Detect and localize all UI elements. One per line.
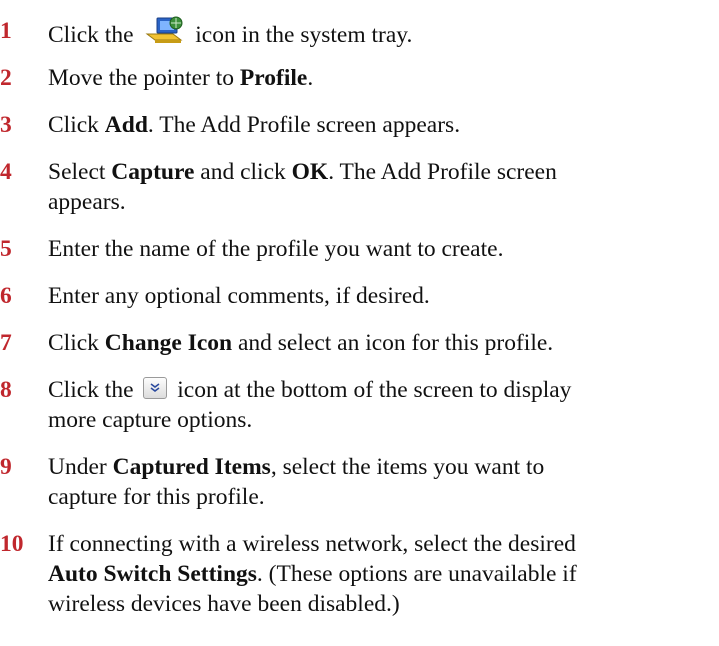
step-text: Under	[48, 454, 113, 480]
step-text-end: . The Add Profile screen	[328, 159, 557, 185]
step-number: 6	[0, 283, 12, 309]
step-text: Click	[48, 112, 105, 138]
step-text-end: and select an icon for this profile.	[232, 330, 554, 356]
step-number: 1	[0, 18, 12, 44]
step-text-end: icon in the system tray.	[189, 22, 413, 48]
step-text: Select	[48, 159, 112, 185]
step-number: 5	[0, 236, 12, 262]
step-text-end: .	[307, 65, 314, 91]
step-keyword-2: OK	[291, 159, 329, 185]
step-text: Move the pointer to	[48, 65, 240, 91]
step-text-end: , select the items you want to	[270, 454, 545, 480]
step-keyword: Change Icon	[104, 330, 233, 356]
step-keyword: Captured Items	[112, 454, 271, 480]
step-text-end: icon at the bottom of the screen to disp…	[171, 377, 572, 403]
step-text-end: . The Add Profile screen appears.	[147, 112, 461, 138]
step-text: Click the	[48, 377, 140, 403]
step-keyword: Add	[104, 112, 148, 138]
step-text-end: . (These options are unavailable if	[256, 561, 577, 587]
step-number: 3	[0, 112, 12, 138]
network-computer-icon	[143, 16, 185, 46]
step-number: 7	[0, 330, 12, 356]
step-text-mid: and click	[194, 159, 292, 185]
step-text: If connecting with a wireless network, s…	[48, 531, 576, 557]
step-keyword: Capture	[111, 159, 195, 185]
step-number: 4	[0, 159, 12, 185]
step-text: Click the	[48, 22, 140, 48]
instruction-steps: 1 Click the icon in the system tray. 2 M…	[0, 0, 719, 646]
expand-chevron-icon	[143, 377, 168, 399]
step-text: Enter any optional comments, if desired.	[48, 283, 430, 309]
step-text-line2: appears.	[48, 189, 126, 215]
step-text: Click	[48, 330, 105, 356]
step-keyword: Auto Switch Settings	[48, 561, 257, 587]
step-number: 8	[0, 377, 12, 403]
step-number: 10	[0, 531, 24, 557]
step-text-line2: capture for this profile.	[48, 484, 265, 510]
step-number: 9	[0, 454, 12, 480]
step-text: Enter the name of the profile you want t…	[48, 236, 504, 262]
step-text-line2: more capture options.	[48, 407, 253, 433]
step-number: 2	[0, 65, 12, 91]
step-text-line3: wireless devices have been disabled.)	[48, 591, 400, 617]
step-keyword: Profile	[239, 65, 308, 91]
